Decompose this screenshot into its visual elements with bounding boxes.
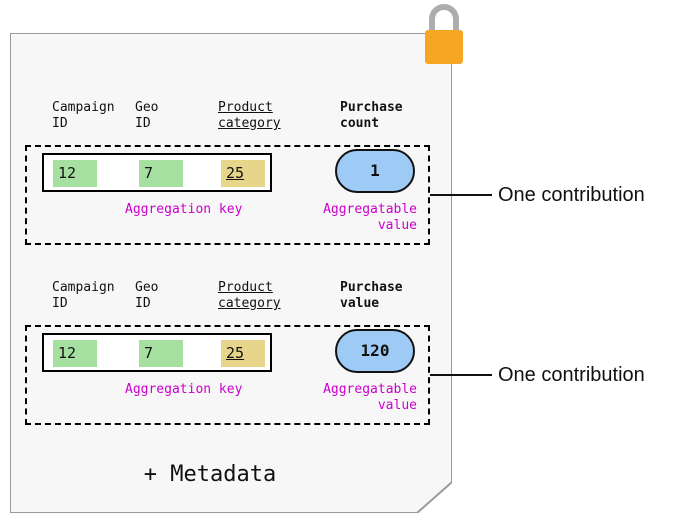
column-label-purchase-count: Purchase count — [340, 100, 403, 131]
callout-leader-line-2 — [430, 374, 492, 376]
column-labels-1: Campaign ID Geo ID Product category Purchas… — [25, 98, 430, 144]
metadata-label: + Metadata — [143, 462, 277, 487]
callout-leader-line-1 — [430, 194, 492, 196]
aggregation-key-annotation-2: Aggregation key — [125, 382, 243, 397]
column-label-product-category-1: Product category — [218, 100, 281, 131]
aggregatable-value-annotation-2: Aggregatable value — [323, 382, 417, 413]
aggregation-key-annotation-1: Aggregation key — [125, 202, 243, 217]
callout-label-2: One contribution — [498, 364, 645, 386]
aggregatable-value-annotation-1: Aggregatable value — [323, 202, 417, 233]
column-label-campaign-id-2: Campaign ID — [52, 280, 115, 311]
column-label-campaign-id-1: Campaign ID — [52, 100, 115, 131]
aggregation-key-box-1: 12 7 25 — [42, 153, 272, 192]
aggregation-key-box-2: 12 7 25 — [42, 333, 272, 372]
callout-label-1: One contribution — [498, 184, 645, 206]
column-labels-2: Campaign ID Geo ID Product category Purchas… — [25, 278, 430, 324]
key-cell-geo-id-2: 7 — [139, 340, 183, 367]
column-label-geo-id-1: Geo ID — [135, 100, 159, 131]
aggregatable-value-1: 1 — [335, 149, 415, 193]
column-label-purchase-value: Purchase value — [340, 280, 403, 311]
aggregatable-value-2: 120 — [335, 329, 415, 373]
key-cell-geo-id-1: 7 — [139, 160, 183, 187]
column-label-geo-id-2: Geo ID — [135, 280, 159, 311]
diagram-canvas: Campaign ID Geo ID Product category Purchas… — [0, 0, 700, 524]
padlock-icon — [425, 4, 463, 64]
key-cell-campaign-id-1: 12 — [53, 160, 97, 187]
key-cell-campaign-id-2: 12 — [53, 340, 97, 367]
key-cell-product-category-1: 25 — [221, 160, 265, 187]
key-cell-product-category-2: 25 — [221, 340, 265, 367]
column-label-product-category-2: Product category — [218, 280, 281, 311]
